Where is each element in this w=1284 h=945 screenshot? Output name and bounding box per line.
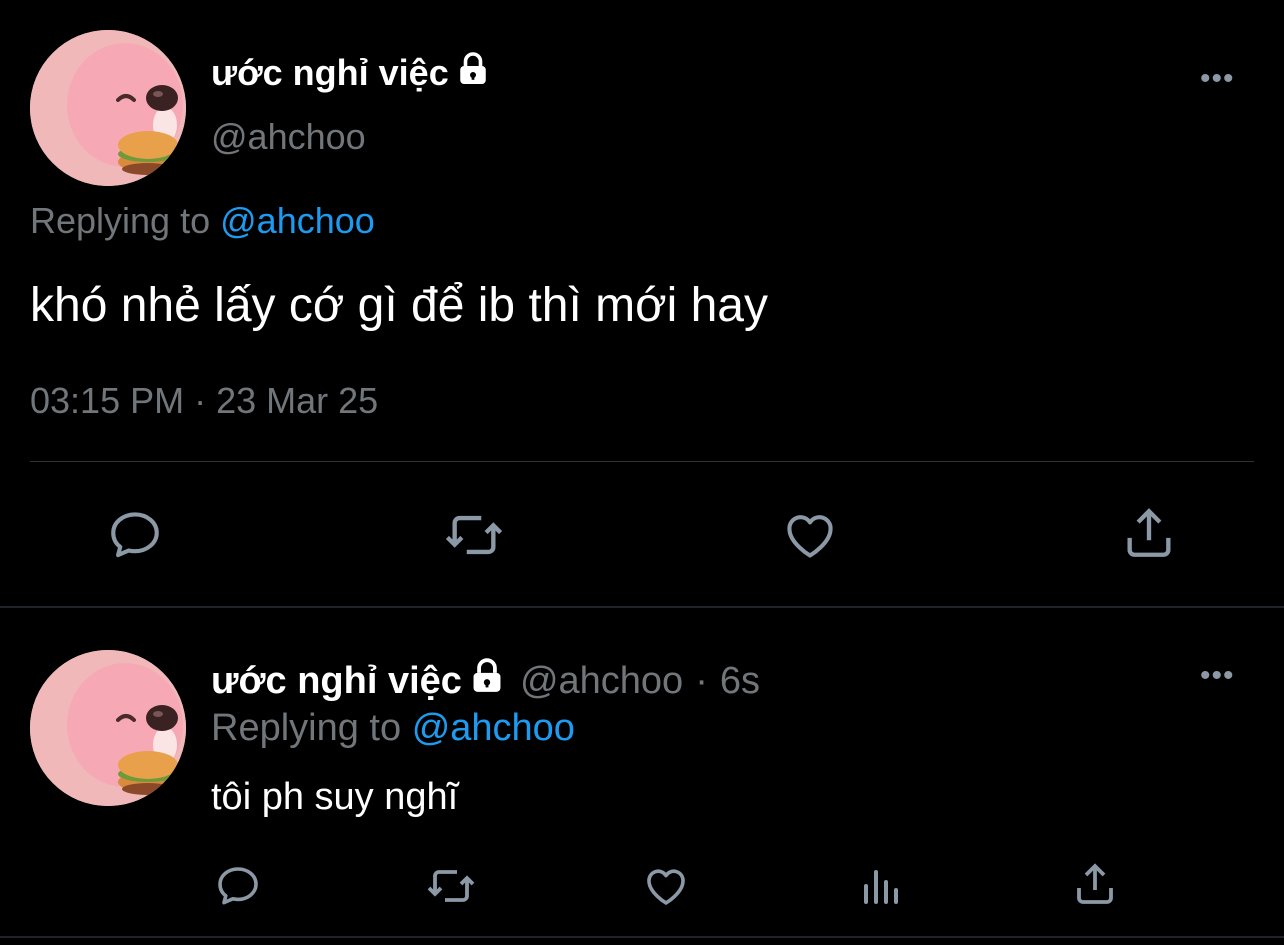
replying-to: Replying to @ahchoo <box>30 200 375 242</box>
lock-icon <box>468 657 506 705</box>
avatar-image <box>30 650 186 806</box>
more-options-icon[interactable]: ••• <box>1200 64 1235 94</box>
tweet-text: khó nhẻ lấy cớ gì để ib thì mới hay <box>30 279 768 332</box>
handle[interactable]: @ahchoo <box>520 660 683 703</box>
avatar-image <box>30 30 186 186</box>
handle[interactable]: @ahchoo <box>211 116 366 158</box>
time-separator: · <box>695 659 708 702</box>
like-icon[interactable] <box>642 862 690 910</box>
replying-to-label: Replying to <box>211 707 402 749</box>
reply-icon[interactable] <box>106 506 164 564</box>
like-icon[interactable] <box>781 506 839 564</box>
retweet-icon[interactable] <box>442 506 506 564</box>
tweet-timestamp[interactable]: 03:15 PM · 23 Mar 25 <box>30 380 378 422</box>
divider <box>0 936 1284 938</box>
retweet-icon[interactable] <box>424 862 478 910</box>
more-options-icon[interactable]: ••• <box>1200 661 1235 691</box>
replying-to-link[interactable]: @ahchoo <box>412 707 575 749</box>
share-icon[interactable] <box>1071 860 1119 908</box>
share-icon[interactable] <box>1120 504 1178 562</box>
display-name[interactable]: ước nghỉ việc <box>211 51 491 95</box>
display-name-text: ước nghỉ việc <box>211 659 462 702</box>
reply-header: ước nghỉ việc @ahchoo · 6s <box>211 658 760 704</box>
replying-to-link[interactable]: @ahchoo <box>220 200 375 241</box>
avatar[interactable] <box>30 650 186 806</box>
replying-to-label: Replying to <box>30 200 211 241</box>
tweet-text: tôi ph suy nghĩ <box>211 776 459 818</box>
divider <box>0 606 1284 608</box>
avatar[interactable] <box>30 30 186 186</box>
replying-to: Replying to @ahchoo <box>211 707 575 750</box>
views-icon[interactable] <box>858 862 906 910</box>
lock-icon <box>455 51 491 96</box>
tweet-age[interactable]: 6s <box>720 660 760 703</box>
display-name[interactable]: ước nghỉ việc <box>211 657 506 705</box>
reply-icon[interactable] <box>214 862 262 910</box>
divider <box>30 461 1254 462</box>
display-name-text: ước nghỉ việc <box>211 52 449 93</box>
